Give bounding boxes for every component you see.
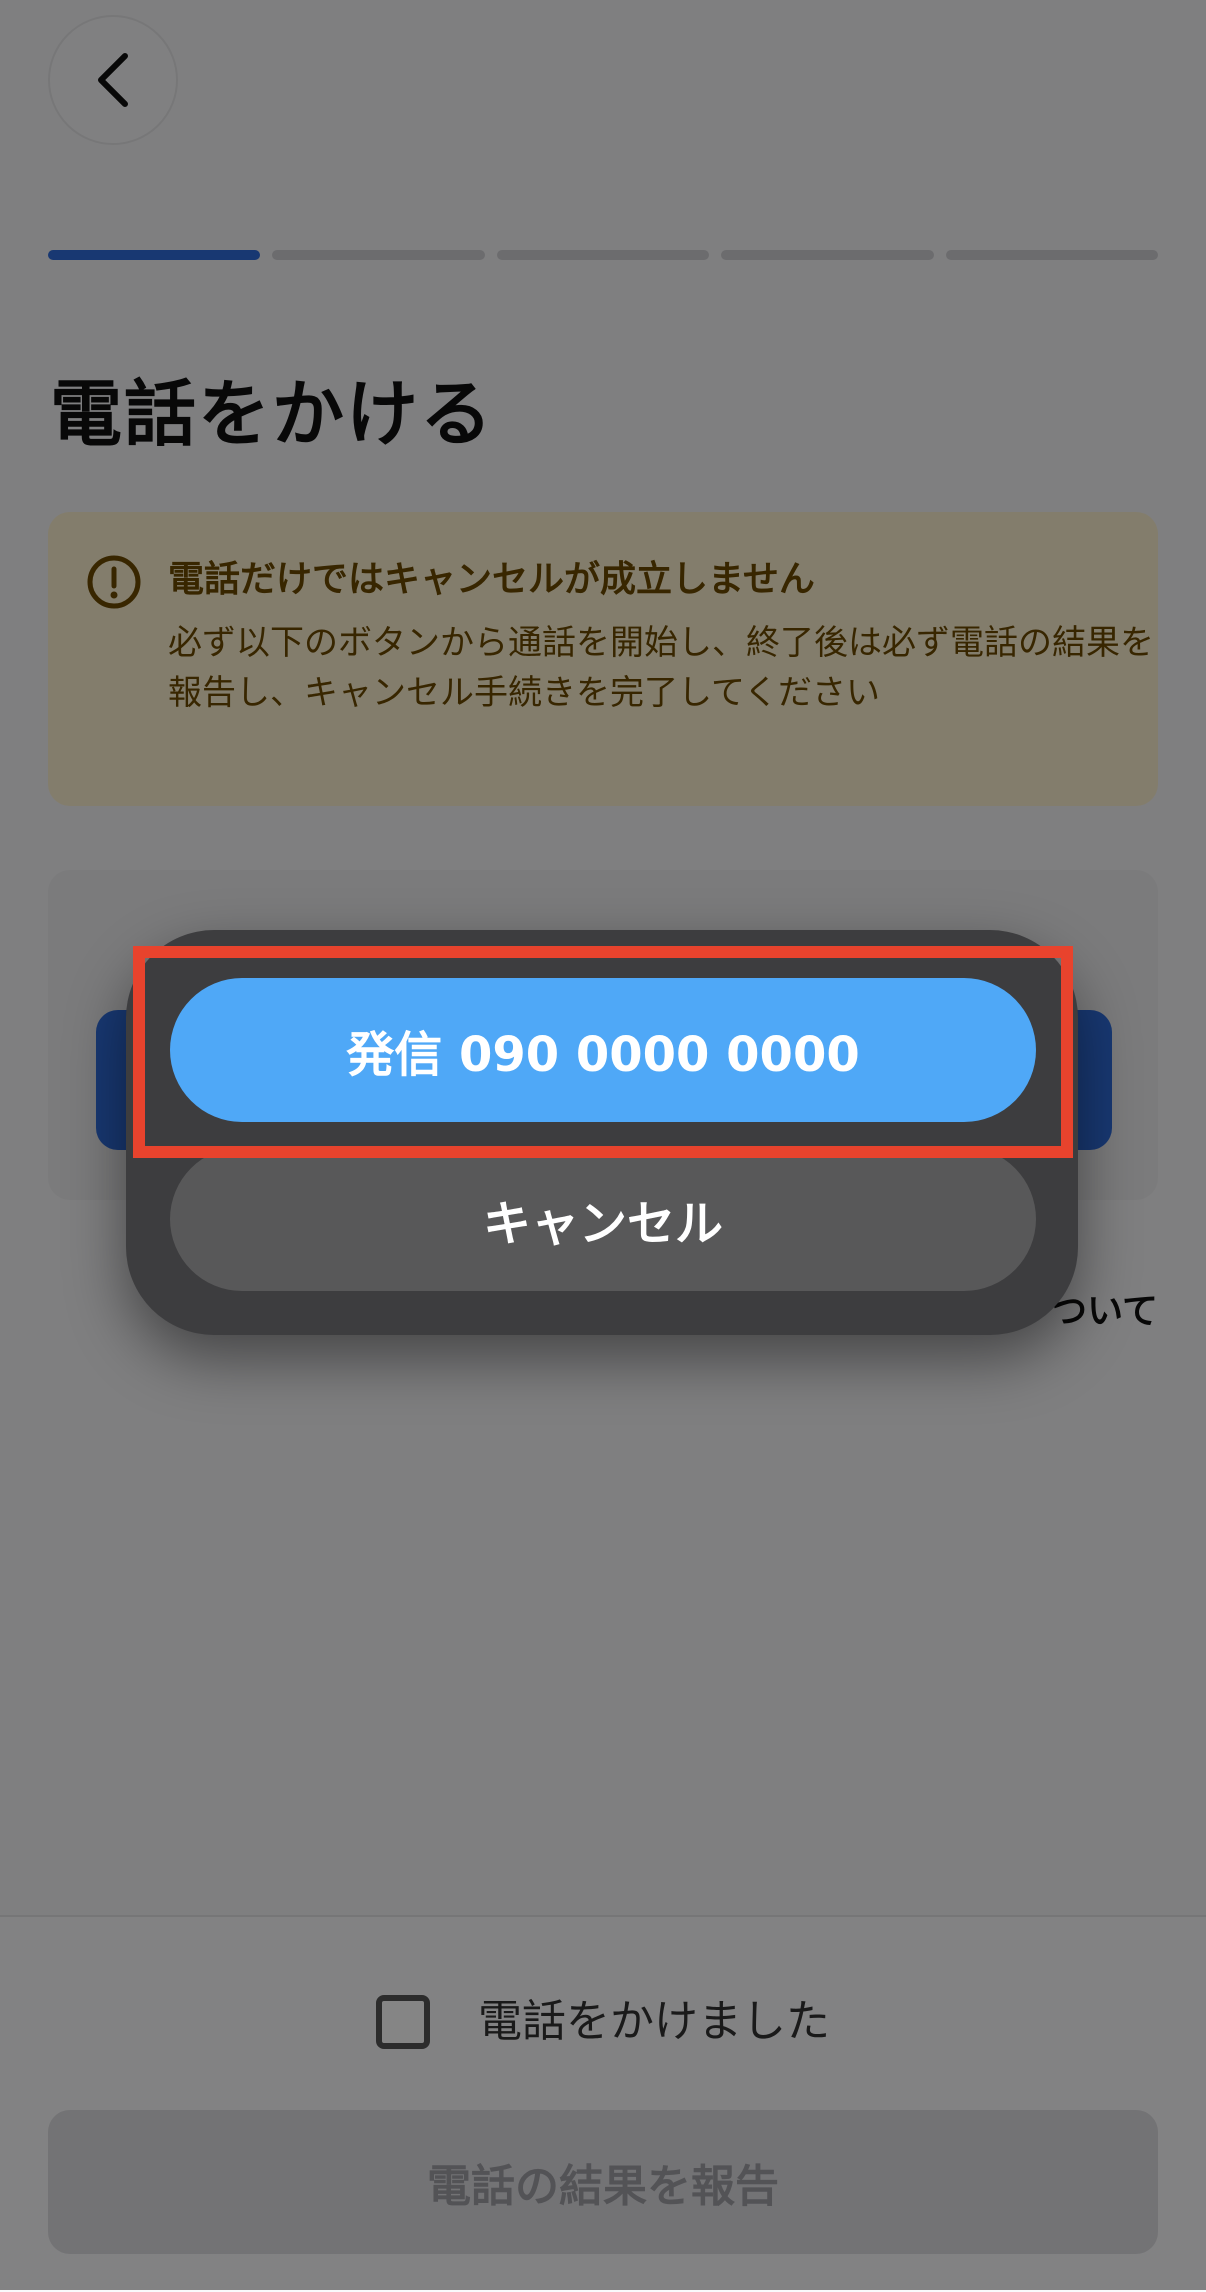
cancel-button[interactable]: キャンセル (170, 1147, 1036, 1291)
highlight-box (133, 946, 1073, 1158)
